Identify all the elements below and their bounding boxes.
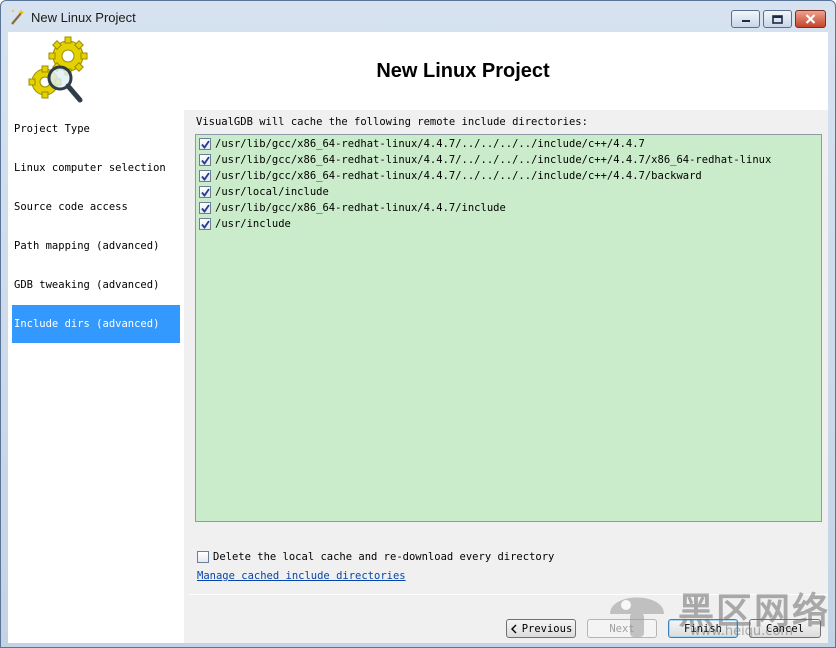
wizard-window: New Linux Project New Linux Project Proj… <box>0 0 836 648</box>
check-icon <box>200 219 210 229</box>
directory-path: /usr/lib/gcc/x86_64-redhat-linux/4.4.7/i… <box>215 202 506 214</box>
check-icon <box>200 155 210 165</box>
maximize-button[interactable] <box>763 10 792 28</box>
include-directories-list[interactable]: /usr/lib/gcc/x86_64-redhat-linux/4.4.7/.… <box>195 134 822 522</box>
list-item[interactable]: /usr/lib/gcc/x86_64-redhat-linux/4.4.7/i… <box>199 200 506 216</box>
check-icon <box>200 171 210 181</box>
directory-checkbox[interactable] <box>199 154 211 166</box>
list-item[interactable]: /usr/lib/gcc/x86_64-redhat-linux/4.4.7/.… <box>199 136 645 152</box>
directory-checkbox[interactable] <box>199 138 211 150</box>
include-dirs-panel: VisualGDB will cache the following remot… <box>189 110 828 590</box>
manage-cached-dirs-link[interactable]: Manage cached include directories <box>197 570 406 582</box>
close-icon <box>805 14 816 24</box>
intro-text: VisualGDB will cache the following remot… <box>196 116 588 128</box>
mushroom-logo-icon <box>610 597 664 637</box>
directory-path: /usr/local/include <box>215 186 329 198</box>
minimize-icon <box>741 20 750 22</box>
wand-icon <box>11 9 25 25</box>
sidebar-item-source-code-access[interactable]: Source code access <box>12 188 180 226</box>
directory-checkbox[interactable] <box>199 170 211 182</box>
wizard-client-area: New Linux Project Project Type Linux com… <box>8 32 828 643</box>
maximize-icon <box>772 14 783 24</box>
wizard-header: New Linux Project <box>8 32 828 110</box>
previous-button-label: Previous <box>521 622 573 635</box>
sidebar-item-project-type[interactable]: Project Type <box>12 110 180 148</box>
directory-checkbox[interactable] <box>199 186 211 198</box>
directory-path: /usr/lib/gcc/x86_64-redhat-linux/4.4.7/.… <box>215 170 702 182</box>
sidebar-item-linux-computer-selection[interactable]: Linux computer selection <box>12 149 180 187</box>
wizard-steps-sidebar: Project Type Linux computer selection So… <box>8 110 184 643</box>
directory-path: /usr/lib/gcc/x86_64-redhat-linux/4.4.7/.… <box>215 138 645 150</box>
minimize-button[interactable] <box>731 10 760 28</box>
sidebar-item-gdb-tweaking[interactable]: GDB tweaking (advanced) <box>12 266 180 304</box>
delete-cache-label: Delete the local cache and re-download e… <box>213 551 555 563</box>
check-icon <box>200 187 210 197</box>
list-item[interactable]: /usr/local/include <box>199 184 329 200</box>
list-item[interactable]: /usr/lib/gcc/x86_64-redhat-linux/4.4.7/.… <box>199 152 771 168</box>
window-title: New Linux Project <box>31 10 136 25</box>
check-icon <box>200 203 210 213</box>
check-icon <box>200 139 210 149</box>
list-item[interactable]: /usr/lib/gcc/x86_64-redhat-linux/4.4.7/.… <box>199 168 702 184</box>
directory-path: /usr/include <box>215 218 291 230</box>
directory-checkbox[interactable] <box>199 218 211 230</box>
title-bar[interactable]: New Linux Project <box>1 1 835 33</box>
previous-button[interactable]: Previous <box>506 619 576 638</box>
close-button[interactable] <box>795 10 826 28</box>
site-watermark: 黑区网络 www.heiqu.com <box>600 580 836 648</box>
watermark-url: www.heiqu.com <box>690 624 794 639</box>
sidebar-item-path-mapping[interactable]: Path mapping (advanced) <box>12 227 180 265</box>
chevron-left-icon <box>510 624 517 633</box>
sidebar-item-include-dirs[interactable]: Include dirs (advanced) <box>12 305 180 343</box>
directory-checkbox[interactable] <box>199 202 211 214</box>
page-title: New Linux Project <box>376 60 550 82</box>
list-item[interactable]: /usr/include <box>199 216 291 232</box>
delete-cache-checkbox[interactable] <box>197 551 209 563</box>
wizard-content: VisualGDB will cache the following remot… <box>189 110 828 640</box>
directory-path: /usr/lib/gcc/x86_64-redhat-linux/4.4.7/.… <box>215 154 772 166</box>
delete-cache-option[interactable]: Delete the local cache and re-download e… <box>197 551 554 563</box>
